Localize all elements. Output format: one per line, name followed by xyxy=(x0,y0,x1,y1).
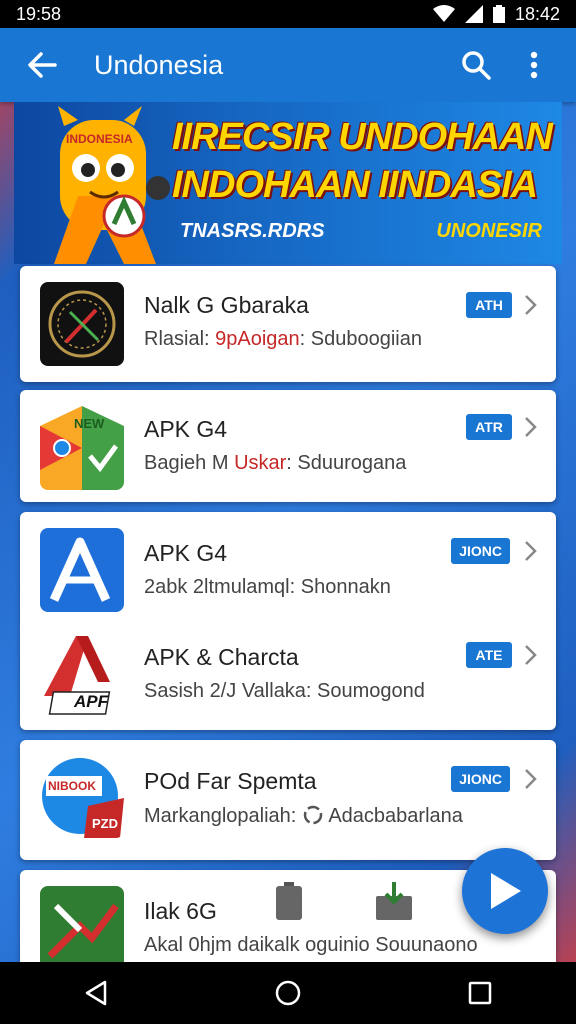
app-subtitle: Akal 0hjm daikalk oguinio Souunaono xyxy=(144,934,478,956)
chevron-right-icon xyxy=(525,645,537,665)
app-name: Nalk G Gbaraka xyxy=(144,292,309,318)
app-icon-apk-g4-blue xyxy=(40,528,124,612)
app-icon-apk-g4: NEW xyxy=(40,406,124,490)
letter-a-icon xyxy=(49,537,111,602)
chevron-right-icon xyxy=(525,417,537,437)
install-badge[interactable]: JIONC xyxy=(451,766,510,792)
app-icon-ilak xyxy=(40,886,124,970)
app-icon-pod-far: NIBOOK PZD xyxy=(40,754,124,838)
app-card: APK G4 2abk 2ltmulamql: Shonnakn JIONC A… xyxy=(20,512,556,730)
app-icon-label: NIBOOK xyxy=(48,779,96,793)
list-item[interactable]: NEW APK G4 Bagieh M Uskar: Sduurogana AT… xyxy=(20,390,556,502)
banner-headline-2: INDOHAAN IINDASIA xyxy=(172,164,538,206)
app-card: NIBOOK PZD POd Far Spemta Markanglopalia… xyxy=(20,740,556,860)
app-name: APK & Charcta xyxy=(144,644,299,670)
banner-headline-1: IIRECSIR UNDOHAAN xyxy=(172,116,553,158)
status-time-left: 19:58 xyxy=(16,3,62,24)
status-icons: 18:42 xyxy=(432,3,560,25)
search-button[interactable] xyxy=(454,43,498,87)
page-title: Undonesia xyxy=(94,49,224,80)
system-nav-bar xyxy=(0,962,576,1024)
nav-home-button[interactable] xyxy=(258,968,318,1018)
app-icon-nalk xyxy=(40,282,124,366)
app-name: Ilak 6G xyxy=(144,898,217,924)
promo-banner[interactable]: INDONESIA IIRECSIR UNDOHAAN INDOHAAN IIN… xyxy=(14,102,562,264)
arrow-back-icon xyxy=(28,52,57,78)
app-subtitle: Markanglopaliah: Adacbabarlana xyxy=(144,805,463,827)
install-badge[interactable]: ATH xyxy=(466,292,512,318)
circle-home-icon xyxy=(275,980,301,1006)
overflow-menu-button[interactable] xyxy=(512,43,556,87)
app-bar: Undonesia xyxy=(0,28,576,102)
app-subtitle: 2abk 2ltmulamql: Shonnakn xyxy=(144,576,391,598)
list-item[interactable]: NIBOOK PZD POd Far Spemta Markanglopalia… xyxy=(20,740,556,860)
list-item[interactable]: Nalk G Gbaraka Rlasial: 9pAoigan: Sduboo… xyxy=(20,266,556,382)
square-recents-icon xyxy=(468,981,492,1005)
mascot-illustration xyxy=(54,106,170,264)
list-item[interactable]: APF APK & Charcta Sasish 2/J Vallaka: So… xyxy=(20,616,556,726)
chevron-right-icon xyxy=(525,769,537,789)
battery-icon xyxy=(492,5,505,23)
battery-outline-icon xyxy=(276,882,302,920)
play-fab-button[interactable] xyxy=(462,848,548,934)
play-icon xyxy=(491,873,521,909)
install-badge[interactable]: JIONC xyxy=(451,538,510,564)
arrow-graph-icon xyxy=(47,903,119,959)
banner-tag-right: UNONESIR xyxy=(436,220,542,242)
compass-icon xyxy=(48,290,116,358)
app-icon-label-2: PZD xyxy=(92,816,118,831)
app-subtitle: Bagieh M Uskar: Sduurogana xyxy=(144,452,407,474)
triangle-back-icon xyxy=(85,980,107,1006)
app-icon-apk-charcta: APF xyxy=(40,632,124,716)
app-name: POd Far Spemta xyxy=(144,768,317,794)
signal-icon xyxy=(464,5,483,23)
app-card: Nalk G Gbaraka Rlasial: 9pAoigan: Sduboo… xyxy=(20,266,556,382)
status-bar: 19:58 18:42 xyxy=(0,0,576,28)
back-button[interactable] xyxy=(20,43,64,87)
app-icon-label: NEW xyxy=(74,416,105,431)
download-box-icon xyxy=(376,882,412,920)
more-vert-icon xyxy=(530,51,538,79)
status-time-right: 18:42 xyxy=(514,3,560,24)
install-badge[interactable]: ATR xyxy=(466,414,512,440)
search-icon xyxy=(462,51,491,80)
app-card: NEW APK G4 Bagieh M Uskar: Sduurogana AT… xyxy=(20,390,556,502)
app-name: APK G4 xyxy=(144,540,228,566)
nav-back-button[interactable] xyxy=(66,968,126,1018)
wifi-icon xyxy=(432,5,455,22)
install-badge[interactable]: ATE xyxy=(466,642,512,668)
app-name: APK G4 xyxy=(144,416,228,442)
chevron-right-icon xyxy=(525,541,537,561)
app-icon-label: APF xyxy=(74,692,108,711)
list-item[interactable]: APK G4 2abk 2ltmulamql: Shonnakn JIONC xyxy=(20,512,556,616)
banner-tag-left: TNASRS.RDRS xyxy=(180,220,325,242)
app-subtitle: Rlasial: 9pAoigan: Sduboogiian xyxy=(144,328,422,350)
sync-icon xyxy=(303,805,323,825)
nav-recents-button[interactable] xyxy=(450,968,510,1018)
chevron-right-icon xyxy=(525,295,537,315)
app-subtitle: Sasish 2/J Vallaka: Soumogond xyxy=(144,680,425,702)
banner-mascot-label: INDONESIA xyxy=(66,132,133,146)
